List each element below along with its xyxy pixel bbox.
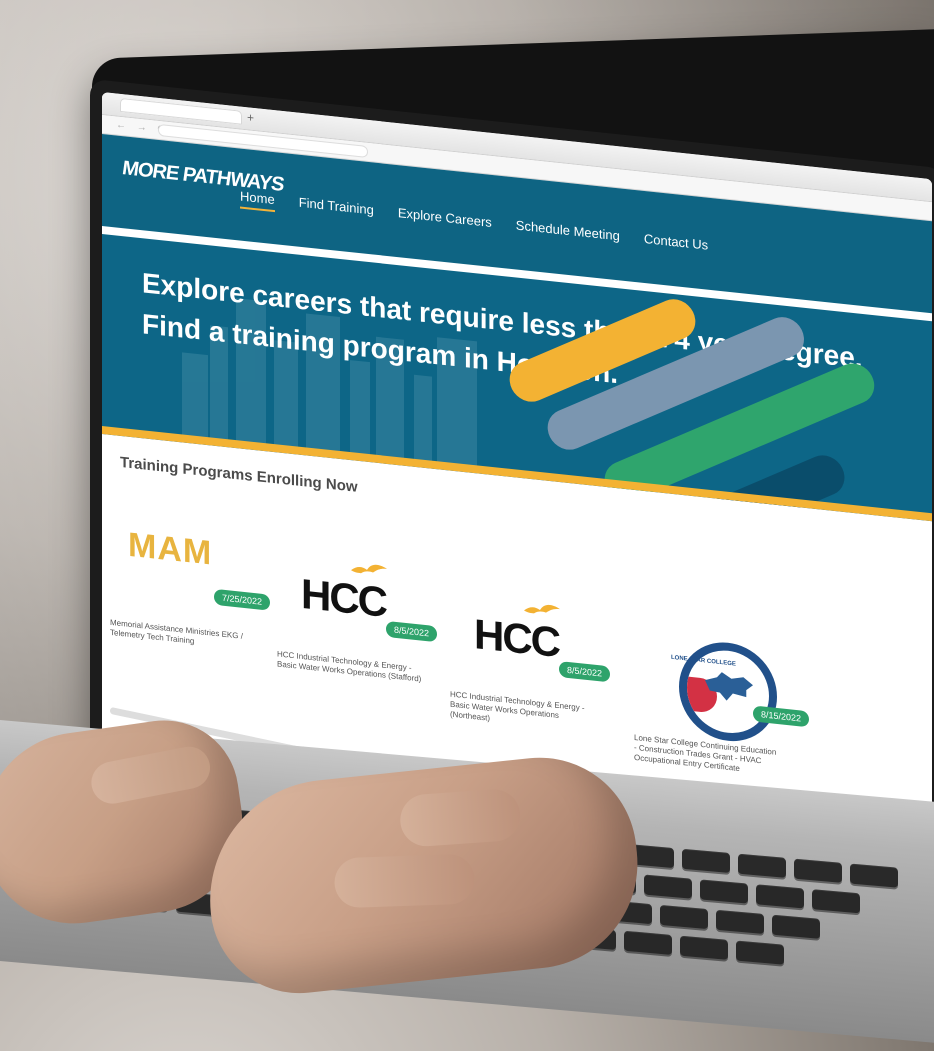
program-date-badge: 8/5/2022 <box>558 661 610 683</box>
program-description: HCC Industrial Technology & Energy - Bas… <box>277 649 422 684</box>
program-card-mam[interactable]: MAM 7/25/2022 Memorial Assistance Minist… <box>110 508 280 696</box>
nav-home[interactable]: Home <box>240 189 275 208</box>
mam-logo-text: MAM <box>128 525 213 573</box>
nav-find-training[interactable]: Find Training <box>299 195 374 218</box>
program-date-badge: 7/25/2022 <box>213 588 270 611</box>
main-navigation: Home Find Training Explore Careers Sched… <box>240 189 708 253</box>
nav-schedule-meeting[interactable]: Schedule Meeting <box>516 217 620 243</box>
program-card-hcc-stafford[interactable]: HCC 8/5/2022 HCC Industrial Technology &… <box>277 539 447 727</box>
nav-contact-us[interactable]: Contact Us <box>644 231 708 253</box>
hcc-logo: HCC 8/5/2022 <box>277 539 447 647</box>
program-description: HCC Industrial Technology & Energy - Bas… <box>450 689 585 723</box>
nav-explore-careers[interactable]: Explore Careers <box>398 205 492 230</box>
lone-star-seal-icon <box>679 637 777 746</box>
lone-star-logo: LONE STAR COLLEGE 8/15/2022 <box>634 623 819 746</box>
program-date-badge: 8/5/2022 <box>385 620 437 643</box>
hcc-logo-text: HCC <box>474 610 559 667</box>
program-description: Lone Star College Continuing Education -… <box>634 732 777 774</box>
mam-logo: MAM 7/25/2022 <box>110 508 280 616</box>
hcc-logo-text: HCC <box>301 569 386 626</box>
hcc-logo: HCC 8/5/2022 <box>450 580 620 688</box>
program-description: Memorial Assistance Ministries EKG / Tel… <box>110 617 243 646</box>
program-card-hcc-northeast[interactable]: HCC 8/5/2022 HCC Industrial Technology &… <box>450 580 620 768</box>
new-tab-plus-icon[interactable]: + <box>247 110 254 125</box>
